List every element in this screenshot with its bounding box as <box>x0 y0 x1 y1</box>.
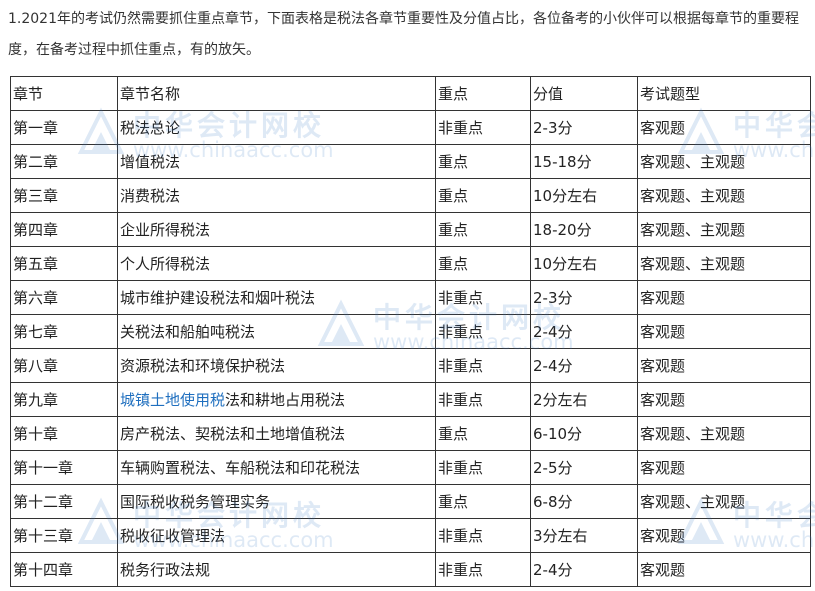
table-row: 第十章 房产税法、契税法和土地增值税法 重点 6-10分 客观题、主观题 <box>10 416 811 451</box>
table-row: 第九章 城镇土地使用税法和耕地占用税法 非重点 2分左右 客观题 <box>10 382 811 417</box>
chapter-name-cell: 个人所得税法 <box>117 246 436 281</box>
header-question-type: 考试题型 <box>637 76 811 111</box>
header-score: 分值 <box>530 76 638 111</box>
key-point-cell: 重点 <box>435 416 531 451</box>
chapter-name-cell: 税法总论 <box>117 110 436 145</box>
key-point-cell: 非重点 <box>435 552 531 587</box>
score-cell: 2-3分 <box>530 110 638 145</box>
chapter-name-cell: 城镇土地使用税法和耕地占用税法 <box>117 382 436 417</box>
chapter-name-cell: 国际税收税务管理实务 <box>117 484 436 519</box>
key-point-cell: 非重点 <box>435 110 531 145</box>
key-point-cell: 重点 <box>435 484 531 519</box>
score-cell: 10分左右 <box>530 246 638 281</box>
question-type-cell: 客观题 <box>637 382 811 417</box>
question-type-cell: 客观题、主观题 <box>637 246 811 281</box>
chapter-cell: 第八章 <box>10 348 118 383</box>
score-cell: 18-20分 <box>530 212 638 247</box>
key-point-cell: 重点 <box>435 178 531 213</box>
chapter-name-cell: 企业所得税法 <box>117 212 436 247</box>
question-type-cell: 客观题 <box>637 314 811 349</box>
chapter-name-rest: 法和耕地占用税法 <box>225 391 346 409</box>
score-cell: 2-5分 <box>530 450 638 485</box>
header-chapter-name: 章节名称 <box>117 76 436 111</box>
table-row: 第十四章 税务行政法规 非重点 2-4分 客观题 <box>10 552 811 587</box>
table-header-row: 章节 章节名称 重点 分值 考试题型 <box>10 76 811 111</box>
question-type-cell: 客观题 <box>637 348 811 383</box>
question-type-cell: 客观题、主观题 <box>637 144 811 179</box>
chapter-cell: 第四章 <box>10 212 118 247</box>
chapter-name-cell: 车辆购置税法、车船税法和印花税法 <box>117 450 436 485</box>
question-type-cell: 客观题 <box>637 450 811 485</box>
question-type-cell: 客观题、主观题 <box>637 416 811 451</box>
table-row: 第十一章 车辆购置税法、车船税法和印花税法 非重点 2-5分 客观题 <box>10 450 811 485</box>
chapter-name-cell: 增值税法 <box>117 144 436 179</box>
question-type-cell: 客观题 <box>637 280 811 315</box>
key-point-cell: 重点 <box>435 246 531 281</box>
score-cell: 10分左右 <box>530 178 638 213</box>
table-row: 第二章 增值税法 重点 15-18分 客观题、主观题 <box>10 144 811 179</box>
header-chapter: 章节 <box>10 76 118 111</box>
key-point-cell: 非重点 <box>435 314 531 349</box>
tax-chapters-table: 章节 章节名称 重点 分值 考试题型 第一章 税法总论 非重点 2-3分 客观题… <box>10 76 811 587</box>
table-row: 第八章 资源税法和环境保护税法 非重点 2-4分 客观题 <box>10 348 811 383</box>
chapter-cell: 第五章 <box>10 246 118 281</box>
chapter-name-cell: 资源税法和环境保护税法 <box>117 348 436 383</box>
chapter-cell: 第十四章 <box>10 552 118 587</box>
key-point-cell: 非重点 <box>435 518 531 553</box>
chapter-cell: 第二章 <box>10 144 118 179</box>
chapter-name-cell: 关税法和船舶吨税法 <box>117 314 436 349</box>
key-point-cell: 非重点 <box>435 280 531 315</box>
table-row: 第三章 消费税法 重点 10分左右 客观题、主观题 <box>10 178 811 213</box>
chapter-name-cell: 税务行政法规 <box>117 552 436 587</box>
chapter-cell: 第十章 <box>10 416 118 451</box>
key-point-cell: 非重点 <box>435 382 531 417</box>
chapter-cell: 第一章 <box>10 110 118 145</box>
chapter-name-cell: 房产税法、契税法和土地增值税法 <box>117 416 436 451</box>
chapter-name-cell: 税收征收管理法 <box>117 518 436 553</box>
key-point-cell: 非重点 <box>435 348 531 383</box>
table-row: 第七章 关税法和船舶吨税法 非重点 2-4分 客观题 <box>10 314 811 349</box>
question-type-cell: 客观题 <box>637 110 811 145</box>
question-type-cell: 客观题 <box>637 518 811 553</box>
table-row: 第五章 个人所得税法 重点 10分左右 客观题、主观题 <box>10 246 811 281</box>
chapter-cell: 第六章 <box>10 280 118 315</box>
table-row: 第十二章 国际税收税务管理实务 重点 6-8分 客观题、主观题 <box>10 484 811 519</box>
question-type-cell: 客观题、主观题 <box>637 178 811 213</box>
chapter-cell: 第十三章 <box>10 518 118 553</box>
score-cell: 15-18分 <box>530 144 638 179</box>
score-cell: 2-4分 <box>530 552 638 587</box>
chapter-name-cell: 城市维护建设税法和烟叶税法 <box>117 280 436 315</box>
question-type-cell: 客观题、主观题 <box>637 212 811 247</box>
key-point-cell: 非重点 <box>435 450 531 485</box>
table-row: 第一章 税法总论 非重点 2-3分 客观题 <box>10 110 811 145</box>
score-cell: 2-3分 <box>530 280 638 315</box>
chapter-cell: 第九章 <box>10 382 118 417</box>
question-type-cell: 客观题、主观题 <box>637 484 811 519</box>
urban-land-use-tax-link[interactable]: 城镇土地使用税 <box>120 391 225 409</box>
score-cell: 2-4分 <box>530 314 638 349</box>
header-key-point: 重点 <box>435 76 531 111</box>
table-row: 第六章 城市维护建设税法和烟叶税法 非重点 2-3分 客观题 <box>10 280 811 315</box>
score-cell: 2-4分 <box>530 348 638 383</box>
score-cell: 6-8分 <box>530 484 638 519</box>
chapter-cell: 第十二章 <box>10 484 118 519</box>
score-cell: 3分左右 <box>530 518 638 553</box>
score-cell: 2分左右 <box>530 382 638 417</box>
table-row: 第四章 企业所得税法 重点 18-20分 客观题、主观题 <box>10 212 811 247</box>
key-point-cell: 重点 <box>435 212 531 247</box>
key-point-cell: 重点 <box>435 144 531 179</box>
score-cell: 6-10分 <box>530 416 638 451</box>
chapter-cell: 第十一章 <box>10 450 118 485</box>
chapter-cell: 第三章 <box>10 178 118 213</box>
table-row: 第十三章 税收征收管理法 非重点 3分左右 客观题 <box>10 518 811 553</box>
question-type-cell: 客观题 <box>637 552 811 587</box>
chapter-name-cell: 消费税法 <box>117 178 436 213</box>
chapter-cell: 第七章 <box>10 314 118 349</box>
intro-paragraph: 1.2021年的考试仍然需要抓住重点章节，下面表格是税法各章节重要性及分值占比，… <box>8 11 799 58</box>
